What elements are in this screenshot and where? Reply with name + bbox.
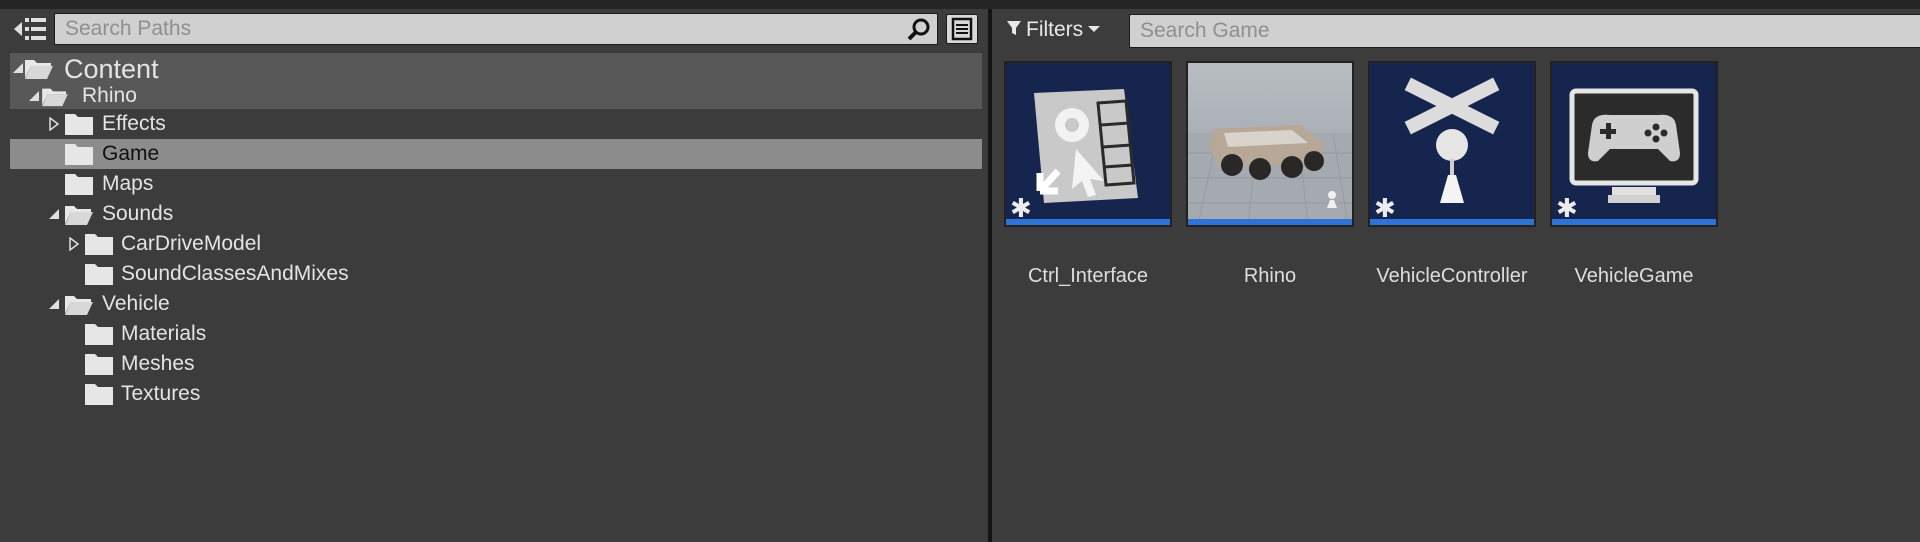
tree-item-materials[interactable]: Materials: [10, 319, 982, 349]
search-icon[interactable]: [905, 17, 933, 41]
collapsed-arrow-icon[interactable]: [66, 229, 82, 259]
tree-item-label: Materials: [121, 322, 207, 345]
asset-thumbnail: [1186, 61, 1354, 227]
tree-item-cardrivemodel[interactable]: CarDriveModel: [10, 229, 982, 259]
tree-item-label: Maps: [102, 172, 154, 195]
folder-icon: [84, 262, 114, 286]
asset-thumbnail: ✱: [1368, 61, 1536, 227]
asset-tile-vehiclecontroller[interactable]: ✱ VehicleController: [1368, 61, 1536, 287]
asset-name: Ctrl_Interface: [1027, 265, 1149, 287]
asset-tile-rhino[interactable]: Rhino: [1186, 61, 1354, 287]
path-search-box: [54, 13, 938, 45]
tree-item-content[interactable]: Content: [10, 53, 982, 84]
folder-icon: [64, 172, 94, 196]
tree-item-label: Textures: [121, 382, 201, 405]
asset-name: Rhino: [1243, 265, 1297, 287]
tree-item-game[interactable]: Game: [10, 139, 982, 169]
asset-thumbnail: ✱: [1550, 61, 1718, 227]
tree-item-textures[interactable]: Textures: [10, 379, 982, 409]
vehicle-render-preview: [1188, 125, 1352, 225]
folder-icon: [64, 112, 94, 136]
asset-search-box: [1129, 14, 1920, 48]
asset-name: VehicleGame: [1574, 265, 1694, 287]
path-toolbar: [0, 9, 988, 51]
new-asset-star-icon: ✱: [1010, 193, 1032, 223]
folder-open-icon: [64, 292, 94, 316]
tree-item-vehicle[interactable]: Vehicle: [10, 289, 982, 319]
folder-open-icon: [64, 202, 94, 226]
filters-button[interactable]: Filters: [1006, 15, 1101, 45]
asset-type-bar: [1552, 219, 1716, 225]
asset-thumbnail: ✱: [1004, 61, 1172, 227]
tree-item-label: Rhino: [82, 84, 137, 107]
tree-item-soundclassesandmixes[interactable]: SoundClassesAndMixes: [10, 259, 982, 289]
path-panel: Content Rhino Effects: [0, 9, 988, 542]
asset-type-bar: [1370, 219, 1534, 225]
tree-item-effects[interactable]: Effects: [10, 109, 982, 139]
new-asset-star-icon: ✱: [1374, 193, 1396, 223]
view-options-icon[interactable]: [946, 14, 978, 44]
tree-item-maps[interactable]: Maps: [10, 169, 982, 199]
asset-tile-vehiclegame[interactable]: ✱ VehicleGame: [1550, 61, 1718, 287]
tree-item-label: Content: [64, 54, 159, 84]
title-strip: [0, 0, 1920, 9]
path-search-input[interactable]: [55, 14, 895, 44]
tree-item-label: Game: [102, 142, 160, 165]
expanded-arrow-icon[interactable]: [46, 199, 62, 229]
collapsed-arrow-icon[interactable]: [46, 109, 62, 139]
folder-icon: [84, 322, 114, 346]
folder-icon: [84, 232, 114, 256]
tree-item-label: SoundClassesAndMixes: [121, 262, 349, 285]
asset-tile-ctrl-interface[interactable]: ✱ Ctrl_Interface: [1004, 61, 1172, 287]
chevron-down-icon: [1087, 21, 1101, 39]
tree-item-sounds[interactable]: Sounds: [10, 199, 982, 229]
asset-name: VehicleController: [1376, 265, 1528, 287]
asset-panel: Filters ✱: [992, 9, 1920, 542]
tree-item-label: Meshes: [121, 352, 195, 375]
tree-item-label: Effects: [102, 112, 166, 135]
folder-icon: [64, 142, 94, 166]
folder-open-icon: [40, 85, 70, 109]
folder-icon: [84, 382, 114, 406]
collapse-sources-icon[interactable]: [12, 14, 48, 44]
asset-type-bar: [1188, 219, 1352, 225]
asset-type-bar: [1006, 219, 1170, 225]
asset-search-input[interactable]: [1130, 15, 1920, 47]
folder-icon: [84, 352, 114, 376]
tree-item-label: Sounds: [102, 202, 174, 225]
tree-item-meshes[interactable]: Meshes: [10, 349, 982, 379]
tree-item-label: CarDriveModel: [121, 232, 262, 255]
content-browser: Content Rhino Effects: [0, 0, 1920, 542]
tree-item-rhino[interactable]: Rhino: [10, 83, 982, 109]
new-asset-star-icon: ✱: [1556, 193, 1578, 223]
folder-open-icon: [24, 56, 54, 80]
funnel-icon: [1006, 19, 1022, 42]
tree-item-label: Vehicle: [102, 292, 170, 315]
filters-label: Filters: [1026, 18, 1084, 41]
expanded-arrow-icon[interactable]: [46, 289, 62, 319]
